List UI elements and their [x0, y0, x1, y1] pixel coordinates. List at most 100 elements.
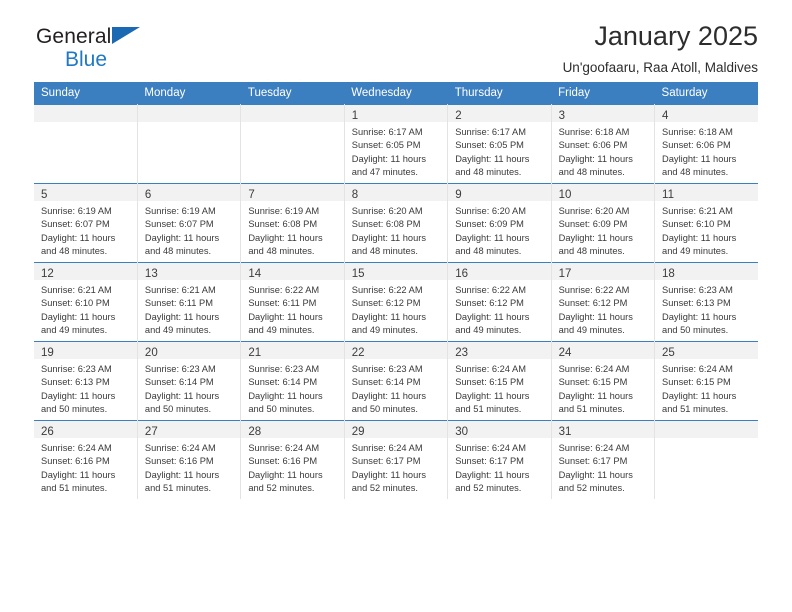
day-number-band: 31 [551, 421, 655, 438]
sunrise-text: Sunrise: 6:18 AM [558, 127, 630, 137]
calendar-week-row: 1 Sunrise: 6:17 AM Sunset: 6:05 PM Daylight… [34, 104, 758, 184]
calendar-day-cell[interactable]: 6 Sunrise: 6:19 AM Sunset: 6:07 PM Daylight… [136, 183, 242, 263]
day-number-band: 14 [241, 263, 344, 280]
calendar-day-cell[interactable]: 30 Sunrise: 6:24 AM Sunset: 6:17 PM Dayligh… [447, 420, 552, 499]
sunset-text: Sunset: 6:10 PM [41, 298, 110, 309]
calendar-day-cell[interactable]: 13 Sunrise: 6:21 AM Sunset: 6:11 PM Dayligh… [136, 262, 242, 342]
calendar-day-cell[interactable]: 15 Sunrise: 6:22 AM Sunset: 6:12 PM Dayligh… [343, 262, 449, 342]
calendar-day-cell[interactable]: 19 Sunrise: 6:23 AM Sunset: 6:13 PM Dayligh… [34, 341, 138, 421]
calendar-day-cell[interactable]: 25 Sunrise: 6:24 AM Sunset: 6:15 PM Dayligh… [654, 341, 758, 421]
day-cell-body: Sunrise: 6:24 AM Sunset: 6:15 PM Daylight:… [655, 359, 758, 416]
daylight-text-line1: Daylight: 11 hours [41, 390, 116, 401]
daylight-text-line2: and 48 minutes. [144, 245, 212, 256]
calendar-day-cell[interactable]: 21 Sunrise: 6:23 AM Sunset: 6:14 PM Dayligh… [240, 341, 345, 421]
calendar-day-cell[interactable]: 20 Sunrise: 6:23 AM Sunset: 6:14 PM Dayligh… [136, 341, 242, 421]
day-number: 22 [351, 347, 365, 359]
calendar-day-cell[interactable]: 31 Sunrise: 6:24 AM Sunset: 6:17 PM Dayligh… [550, 420, 656, 499]
sunset-text: Sunset: 6:13 PM [41, 377, 110, 388]
calendar-day-cell[interactable]: 27 Sunrise: 6:24 AM Sunset: 6:16 PM Dayligh… [136, 420, 242, 499]
daylight-text-line2: and 49 minutes. [248, 324, 315, 335]
daylight-text-line1: Daylight: 11 hours [144, 469, 220, 480]
day-cell-body: Sunrise: 6:18 AM Sunset: 6:06 PM Daylight:… [655, 122, 758, 179]
daylight-text-line2: and 50 minutes. [248, 403, 315, 414]
weekday-header-saturday: Saturday [654, 82, 758, 105]
day-number-band: 12 [34, 263, 137, 280]
day-number: 18 [662, 268, 675, 280]
day-number: 8 [351, 189, 359, 201]
calendar-day-cell[interactable]: 1 Sunrise: 6:17 AM Sunset: 6:05 PM Daylight… [343, 104, 449, 184]
logo-text-blue: Blue [65, 48, 108, 71]
daylight-text-line1: Daylight: 11 hours [248, 232, 323, 243]
calendar-day-cell[interactable]: 10 Sunrise: 6:20 AM Sunset: 6:09 PM Dayligh… [550, 183, 656, 263]
calendar-day-cell[interactable]: 24 Sunrise: 6:24 AM Sunset: 6:15 PM Dayligh… [550, 341, 656, 421]
day-cell-body: Sunrise: 6:19 AM Sunset: 6:08 PM Daylight:… [241, 201, 343, 258]
calendar-day-cell[interactable]: 17 Sunrise: 6:22 AM Sunset: 6:12 PM Dayligh… [550, 262, 656, 342]
calendar-day-cell[interactable]: 3 Sunrise: 6:18 AM Sunset: 6:06 PM Daylight… [550, 104, 656, 184]
calendar-day-cell[interactable]: 29 Sunrise: 6:24 AM Sunset: 6:17 PM Dayligh… [343, 420, 449, 499]
sunset-text: Sunset: 6:15 PM [455, 377, 524, 388]
day-cell-body: Sunrise: 6:24 AM Sunset: 6:17 PM Daylight:… [345, 438, 447, 495]
daylight-text-line1: Daylight: 11 hours [248, 469, 323, 480]
calendar-day-cell[interactable]: 28 Sunrise: 6:24 AM Sunset: 6:16 PM Dayligh… [240, 420, 345, 499]
weekday-header-wednesday: Wednesday [344, 82, 448, 105]
sunset-text: Sunset: 6:07 PM [144, 219, 214, 230]
day-number: 15 [351, 268, 365, 280]
day-number: 2 [455, 110, 462, 122]
daylight-text-line2: and 51 minutes. [144, 482, 212, 493]
calendar-day-cell[interactable]: 12 Sunrise: 6:21 AM Sunset: 6:10 PM Dayligh… [34, 262, 138, 342]
calendar-day-cell[interactable]: 26 Sunrise: 6:24 AM Sunset: 6:16 PM Dayligh… [34, 420, 138, 499]
calendar-day-cell[interactable]: 23 Sunrise: 6:24 AM Sunset: 6:15 PM Dayligh… [447, 341, 552, 421]
daylight-text-line1: Daylight: 11 hours [144, 390, 220, 401]
calendar-day-cell[interactable]: 14 Sunrise: 6:22 AM Sunset: 6:11 PM Dayligh… [240, 262, 345, 342]
day-cell-body: Sunrise: 6:17 AM Sunset: 6:05 PM Daylight:… [448, 122, 550, 179]
daylight-text-line1: Daylight: 11 hours [455, 311, 530, 322]
weekday-header-tuesday: Tuesday [240, 82, 345, 105]
daylight-text-line2: and 48 minutes. [248, 245, 315, 256]
daylight-text-line1: Daylight: 11 hours [558, 311, 633, 322]
calendar-day-cell[interactable]: 5 Sunrise: 6:19 AM Sunset: 6:07 PM Daylight… [34, 183, 138, 263]
day-number: 3 [558, 110, 566, 122]
day-number: 9 [455, 189, 462, 201]
calendar-day-cell[interactable]: 16 Sunrise: 6:22 AM Sunset: 6:12 PM Dayligh… [447, 262, 552, 342]
day-number: 12 [41, 268, 54, 280]
day-number: 20 [144, 347, 158, 359]
sunset-text: Sunset: 6:12 PM [455, 298, 524, 309]
sunrise-text: Sunrise: 6:23 AM [248, 364, 320, 374]
daylight-text-line1: Daylight: 11 hours [144, 311, 220, 322]
daylight-text-line2: and 51 minutes. [455, 403, 522, 414]
sunrise-text: Sunrise: 6:20 AM [558, 206, 630, 216]
daylight-text-line1: Daylight: 11 hours [248, 390, 323, 401]
day-number-band: 13 [137, 263, 241, 280]
day-number-band: 29 [344, 421, 448, 438]
calendar-day-cell[interactable]: 4 Sunrise: 6:18 AM Sunset: 6:06 PM Daylight… [654, 104, 758, 184]
day-number-band: 26 [34, 421, 137, 438]
calendar-week-row: 5 Sunrise: 6:19 AM Sunset: 6:07 PM Daylight… [34, 183, 758, 263]
day-number: 21 [248, 347, 262, 359]
day-number: 28 [248, 426, 262, 438]
day-number: 23 [455, 347, 468, 359]
calendar-day-cell[interactable]: 8 Sunrise: 6:20 AM Sunset: 6:08 PM Daylight… [343, 183, 449, 263]
sunset-text: Sunset: 6:10 PM [662, 219, 731, 230]
daylight-text-line1: Daylight: 11 hours [455, 232, 530, 243]
calendar-day-cell[interactable]: 7 Sunrise: 6:19 AM Sunset: 6:08 PM Daylight… [240, 183, 345, 263]
calendar-day-cell[interactable]: 2 Sunrise: 6:17 AM Sunset: 6:05 PM Daylight… [447, 104, 552, 184]
sunset-text: Sunset: 6:15 PM [662, 377, 731, 388]
calendar-day-cell[interactable]: 9 Sunrise: 6:20 AM Sunset: 6:09 PM Daylight… [447, 183, 552, 263]
sunrise-text: Sunrise: 6:17 AM [455, 127, 526, 137]
day-number-band: 25 [655, 342, 758, 359]
day-number-band: 7 [241, 184, 344, 201]
day-cell-body: Sunrise: 6:23 AM Sunset: 6:14 PM Daylight:… [138, 359, 240, 416]
calendar-day-cell[interactable]: 11 Sunrise: 6:21 AM Sunset: 6:10 PM Dayligh… [654, 183, 758, 263]
sunrise-text: Sunrise: 6:24 AM [662, 364, 733, 374]
daylight-text-line1: Daylight: 11 hours [41, 232, 116, 243]
weekday-header-row: Sunday Monday Tuesday Wednesday Thursday Frid… [34, 82, 758, 105]
day-cell-body: Sunrise: 6:22 AM Sunset: 6:11 PM Daylight:… [241, 280, 343, 337]
general-blue-logo[interactable]: General Blue [36, 26, 236, 74]
day-number-band: 16 [448, 263, 551, 280]
daylight-text-line2: and 50 minutes. [41, 403, 108, 414]
calendar-day-cell[interactable]: 18 Sunrise: 6:23 AM Sunset: 6:13 PM Dayligh… [654, 262, 758, 342]
calendar-day-cell[interactable]: 22 Sunrise: 6:23 AM Sunset: 6:14 PM Dayligh… [343, 341, 449, 421]
daylight-text-line1: Daylight: 11 hours [41, 469, 116, 480]
triangle-icon [112, 27, 140, 44]
daylight-text-line2: and 47 minutes. [351, 166, 418, 177]
